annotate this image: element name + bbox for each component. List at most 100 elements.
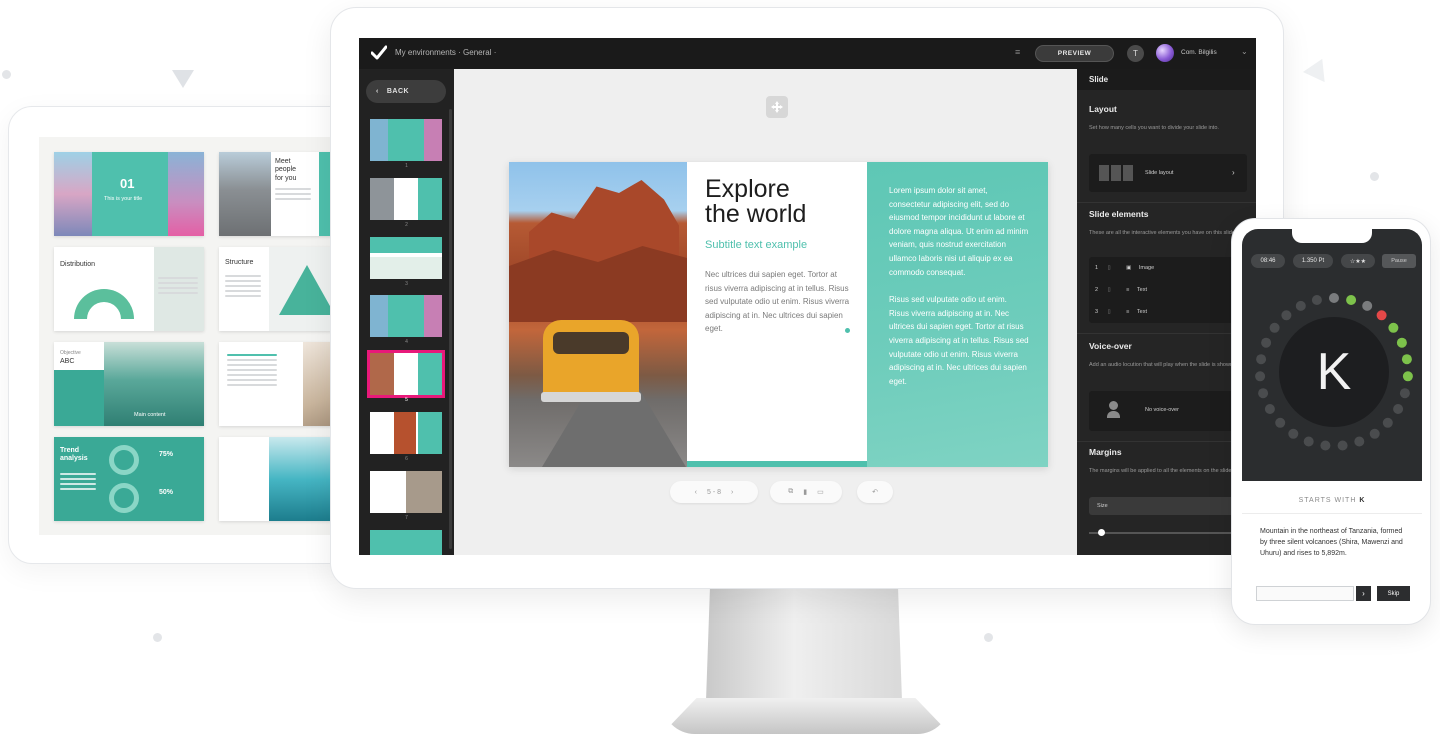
slide-layout-button[interactable]: Slide layout ›: [1089, 154, 1247, 192]
clue-text: Mountain in the northeast of Tanzania, f…: [1260, 528, 1403, 557]
letter-circle: K: [1279, 317, 1389, 427]
slide-thumbnail[interactable]: [370, 295, 442, 337]
thumb-teal: [418, 412, 442, 454]
ring-letter-dot: [1264, 404, 1275, 414]
panel-header: Slide: [1077, 69, 1256, 90]
slide-teal-text[interactable]: Lorem ipsum dolor sit amet, consectetur …: [889, 184, 1029, 388]
template-card[interactable]: Structure: [219, 247, 339, 331]
slide-preview[interactable]: Explore the world Subtitle text example …: [509, 162, 1048, 467]
ring-letter-dot: [1376, 310, 1387, 321]
card-title: This is your title: [104, 196, 143, 202]
element-row-text[interactable]: 2 ▯ ≡ Text: [1095, 287, 1147, 293]
slide-thumbnail[interactable]: [370, 530, 442, 555]
slide-text-block[interactable]: Explore the world Subtitle text example …: [687, 162, 867, 467]
margin-slider-thumb[interactable]: [1098, 529, 1105, 536]
slide-title[interactable]: Explore the world: [705, 177, 806, 227]
chevron-down-icon[interactable]: ⌄: [1241, 47, 1248, 56]
slide-thumbnail[interactable]: [370, 119, 442, 161]
template-card[interactable]: [219, 342, 339, 426]
preview-button[interactable]: PREVIEW: [1035, 45, 1114, 62]
thumbnails-scrollbar[interactable]: [449, 109, 452, 549]
chevron-right-icon[interactable]: ›: [731, 489, 733, 496]
margins-heading: Margins: [1089, 447, 1122, 457]
properties-panel: Slide Layout Set how many cells you want…: [1077, 69, 1256, 555]
ring-letter-dot: [1255, 371, 1266, 382]
ring-letter-dot: [1275, 417, 1286, 428]
thumb-photo: [370, 119, 388, 161]
thumb-photo: [424, 119, 442, 161]
divider: [1077, 202, 1256, 203]
duplicate-icon[interactable]: ⧉: [788, 488, 793, 496]
org-name[interactable]: Com. Bilgilis: [1181, 49, 1217, 56]
card-text-lines: [227, 354, 277, 389]
card-photo: [168, 152, 204, 236]
ring-letter-dot: [1402, 371, 1413, 382]
thumbnail-number: 5: [405, 397, 408, 403]
move-arrows-icon: [771, 101, 783, 113]
voiceover-button[interactable]: No voice-over: [1089, 391, 1247, 431]
move-icon[interactable]: [766, 96, 788, 118]
comment-icon[interactable]: ▭: [817, 488, 824, 496]
template-card[interactable]: Distribution: [54, 247, 204, 331]
thumb-photo: [370, 178, 394, 220]
back-button[interactable]: ‹ BACK: [366, 80, 446, 103]
margins-description: The margins will be applied to all the e…: [1089, 468, 1233, 474]
size-field[interactable]: Size: [1089, 497, 1247, 515]
ring-letter-dot: [1256, 354, 1267, 365]
starts-letter: K: [1359, 497, 1366, 504]
ring-letter-dot: [1311, 295, 1322, 305]
breadcrumb[interactable]: My environments · General ·: [395, 48, 496, 57]
slide-thumbnail[interactable]: [370, 471, 442, 513]
app-logo-icon[interactable]: [371, 45, 387, 61]
monitor-stand: [706, 589, 902, 701]
chevron-right-icon: ›: [1232, 168, 1235, 177]
voiceover-description: Add an audio locution that will play whe…: [1089, 362, 1235, 368]
editor-canvas[interactable]: Explore the world Subtitle text example …: [454, 69, 1077, 555]
slide-thumbnail-selected[interactable]: [367, 350, 445, 398]
trash-icon[interactable]: ▮: [803, 488, 807, 496]
card-photo: [219, 152, 271, 236]
org-avatar[interactable]: [1156, 44, 1174, 62]
template-card[interactable]: 01 This is your title: [54, 152, 204, 236]
card-title: ABC: [60, 358, 75, 365]
margin-slider-track[interactable]: [1089, 532, 1247, 534]
slide-body-text[interactable]: Nec ultrices dui sapien eget. Tortor at …: [705, 268, 853, 336]
user-avatar[interactable]: T: [1127, 45, 1144, 62]
decor-triangle-outline: [1302, 53, 1334, 83]
ring-letter-dot: [1303, 436, 1314, 447]
slide-image[interactable]: [509, 162, 687, 467]
starts-with-label: STARTS WITH K: [1242, 497, 1422, 504]
layout-cell: [1123, 165, 1133, 181]
undo-icon[interactable]: ↶: [872, 488, 878, 496]
element-row-text[interactable]: 3 ▯ ≡ Text: [1095, 309, 1147, 315]
card-value: 75%: [159, 451, 174, 458]
slide-thumbnail[interactable]: [370, 412, 442, 454]
template-card[interactable]: Meet people for you: [219, 152, 339, 236]
template-card[interactable]: [219, 437, 339, 521]
card-title: Meet people for you: [275, 158, 297, 182]
template-card[interactable]: Trend analysis 75% 50%: [54, 437, 204, 521]
card-photo: [54, 152, 92, 236]
element-row-image[interactable]: 1 ▯ ▣ Image: [1095, 265, 1154, 271]
monitor-base: [662, 698, 950, 734]
thumb-photo: [424, 295, 442, 337]
slide-subtitle[interactable]: Subtitle text example: [705, 239, 807, 251]
menu-icon[interactable]: ≡: [1015, 47, 1020, 57]
decor-dot: [984, 633, 993, 642]
skip-button[interactable]: Skip: [1377, 586, 1410, 601]
pause-button[interactable]: Pause: [1382, 254, 1416, 268]
slide-thumbnail[interactable]: [370, 237, 442, 279]
template-card[interactable]: Objective ABC Main content: [54, 342, 204, 426]
answer-input[interactable]: [1256, 586, 1354, 601]
slide-elements-heading: Slide elements: [1089, 209, 1149, 219]
thumb-photo: [406, 471, 442, 513]
chevron-left-icon[interactable]: ‹: [695, 489, 697, 496]
thumbnail-number: 1: [405, 163, 408, 169]
slide-thumbnail[interactable]: [370, 178, 442, 220]
elements-list: 1 ▯ ▣ Image 2 ▯ ≡ Text 3 ▯ ≡ Text: [1089, 257, 1247, 323]
slide-actions: ⧉ ▮ ▭: [770, 481, 842, 503]
submit-button[interactable]: ›: [1356, 586, 1371, 601]
slide-teal-block[interactable]: Lorem ipsum dolor sit amet, consectetur …: [867, 162, 1048, 467]
thumbnail-number: 3: [405, 281, 408, 287]
